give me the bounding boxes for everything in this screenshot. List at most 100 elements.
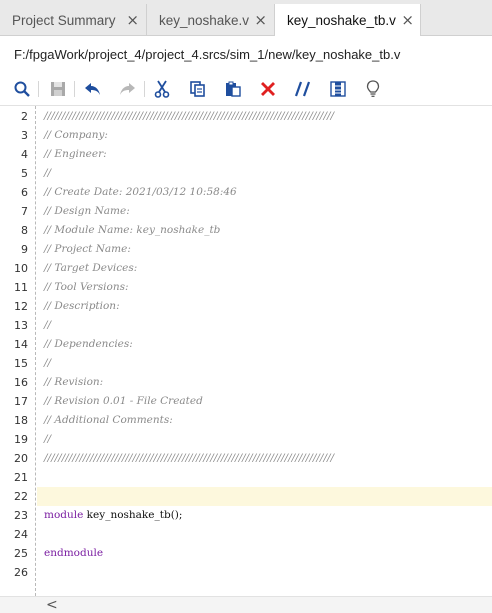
- close-icon[interactable]: ×: [254, 11, 267, 29]
- toolbar-divider: [38, 81, 39, 97]
- code-text: // Create Date: 2021/03/12 10:58:46: [44, 186, 237, 198]
- code-text: //: [44, 433, 52, 445]
- code-line[interactable]: 21: [0, 468, 492, 487]
- file-path: F:/fpgaWork/project_4/project_4.srcs/sim…: [14, 46, 401, 62]
- tab-key-noshake-v[interactable]: key_noshake.v ×: [146, 4, 273, 36]
- code-text: // Additional Comments:: [44, 414, 173, 426]
- code-text: // Design Name:: [44, 205, 130, 217]
- line-number: 18: [14, 414, 28, 427]
- line-number: 7: [21, 205, 28, 218]
- close-icon[interactable]: ×: [126, 11, 139, 29]
- comment-toggle-icon[interactable]: [291, 77, 315, 101]
- identifier: key_noshake_tb();: [83, 509, 183, 521]
- line-number: 2: [21, 110, 28, 123]
- scroll-left-icon[interactable]: <: [46, 597, 58, 613]
- code-editor[interactable]: 2///////////////////////////////////////…: [0, 106, 492, 596]
- code-line[interactable]: 25 endmodule: [0, 544, 492, 563]
- line-number: 21: [14, 471, 28, 484]
- tab-label: Project Summary: [12, 12, 116, 28]
- code-text: ////////////////////////////////////////…: [44, 110, 335, 122]
- line-number: 15: [14, 357, 28, 370]
- line-number: 16: [14, 376, 28, 389]
- cut-icon[interactable]: [150, 77, 174, 101]
- code-line[interactable]: 23 module key_noshake_tb();: [0, 506, 492, 525]
- line-number: 23: [14, 509, 28, 522]
- tab-label: key_noshake.v: [159, 12, 250, 28]
- code-text: endmodule: [44, 547, 104, 559]
- line-number: 22: [14, 490, 28, 503]
- code-text: // Company:: [44, 129, 108, 141]
- file-path-bar: F:/fpgaWork/project_4/project_4.srcs/sim…: [0, 36, 492, 72]
- paste-icon[interactable]: [221, 77, 245, 101]
- code-line[interactable]: 26: [0, 563, 492, 582]
- code-line[interactable]: 14 // Dependencies:: [0, 335, 492, 354]
- line-number: 20: [14, 452, 28, 465]
- code-line[interactable]: 10 // Target Devices:: [0, 259, 492, 278]
- code-text: // Tool Versions:: [44, 281, 129, 293]
- delete-icon[interactable]: [256, 77, 280, 101]
- undo-icon[interactable]: [81, 77, 105, 101]
- code-line[interactable]: 8 // Module Name: key_noshake_tb: [0, 221, 492, 240]
- line-number: 19: [14, 433, 28, 446]
- keyword: module: [44, 509, 84, 521]
- line-number: 8: [21, 224, 28, 237]
- line-number: 6: [21, 186, 28, 199]
- code-line[interactable]: 11 // Tool Versions:: [0, 278, 492, 297]
- code-text: module key_noshake_tb();: [44, 506, 182, 525]
- tab-project-summary[interactable]: Project Summary ×: [0, 4, 145, 36]
- line-number: 25: [14, 547, 28, 560]
- code-text: //: [44, 357, 52, 369]
- code-line[interactable]: 24: [0, 525, 492, 544]
- toolbar-divider: [74, 81, 75, 97]
- column-select-icon[interactable]: [326, 77, 350, 101]
- line-number: 14: [14, 338, 28, 351]
- redo-icon[interactable]: [115, 77, 139, 101]
- search-icon[interactable]: [10, 77, 34, 101]
- line-number: 13: [14, 319, 28, 332]
- line-number: 10: [14, 262, 28, 275]
- code-line[interactable]: 12 // Description:: [0, 297, 492, 316]
- code-line[interactable]: 22: [0, 487, 492, 506]
- copy-icon[interactable]: [186, 77, 210, 101]
- code-text: // Project Name:: [44, 243, 131, 255]
- tab-label: key_noshake_tb.v: [287, 13, 396, 28]
- line-number: 3: [21, 129, 28, 142]
- code-line[interactable]: 2 ///////////////////////////////////////…: [0, 107, 492, 126]
- code-text: // Dependencies:: [44, 338, 133, 350]
- code-line[interactable]: 15 //: [0, 354, 492, 373]
- code-line[interactable]: 9 // Project Name:: [0, 240, 492, 259]
- tab-key-noshake-tb-v[interactable]: key_noshake_tb.v ×: [274, 4, 421, 37]
- editor-toolbar: [0, 72, 492, 106]
- editor-tab-bar: Project Summary × key_noshake.v × key_no…: [0, 0, 492, 37]
- line-number: 4: [21, 148, 28, 161]
- code-text: // Target Devices:: [44, 262, 138, 274]
- code-line[interactable]: 6 // Create Date: 2021/03/12 10:58:46: [0, 183, 492, 202]
- line-number: 11: [14, 281, 28, 294]
- close-icon[interactable]: ×: [401, 11, 414, 29]
- code-line[interactable]: 17 // Revision 0.01 - File Created: [0, 392, 492, 411]
- code-line[interactable]: 19 //: [0, 430, 492, 449]
- line-number: 24: [14, 528, 28, 541]
- code-text: // Module Name: key_noshake_tb: [44, 224, 221, 236]
- code-text: ////////////////////////////////////////…: [44, 452, 335, 464]
- toolbar-divider: [144, 81, 145, 97]
- lightbulb-icon[interactable]: [361, 77, 385, 101]
- line-number: 5: [21, 167, 28, 180]
- line-number: 9: [21, 243, 28, 256]
- code-line[interactable]: 7 // Design Name:: [0, 202, 492, 221]
- code-line[interactable]: 20 //////////////////////////////////////…: [0, 449, 492, 468]
- code-line[interactable]: 13 //: [0, 316, 492, 335]
- code-line[interactable]: 18 // Additional Comments:: [0, 411, 492, 430]
- code-line[interactable]: 3 // Company:: [0, 126, 492, 145]
- code-text: //: [44, 167, 52, 179]
- line-number: 17: [14, 395, 28, 408]
- code-text: // Engineer:: [44, 148, 107, 160]
- code-line[interactable]: 4 // Engineer:: [0, 145, 492, 164]
- horizontal-scrollbar[interactable]: <: [0, 596, 492, 613]
- code-text: // Description:: [44, 300, 120, 312]
- save-icon[interactable]: [46, 77, 70, 101]
- code-line[interactable]: 5 //: [0, 164, 492, 183]
- code-text: //: [44, 319, 52, 331]
- code-line[interactable]: 16 // Revision:: [0, 373, 492, 392]
- code-text: // Revision:: [44, 376, 104, 388]
